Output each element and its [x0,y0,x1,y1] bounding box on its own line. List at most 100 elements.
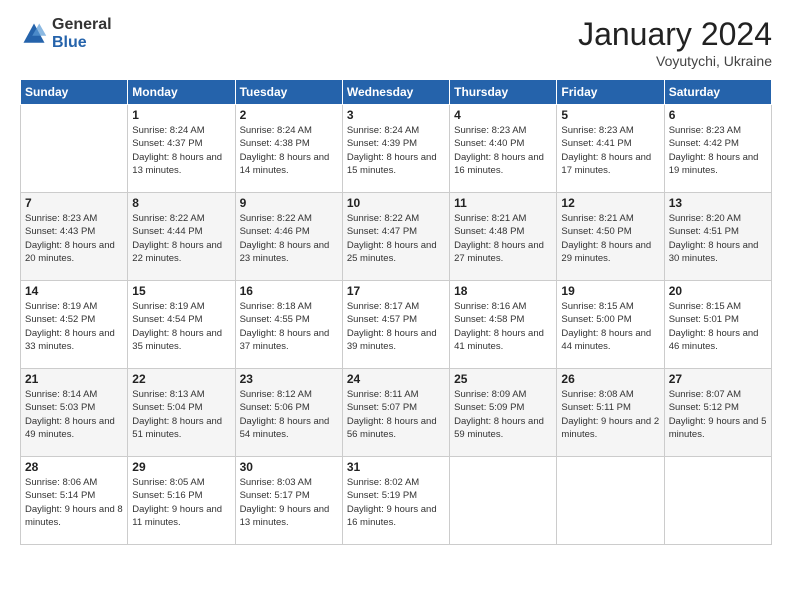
day-number: 13 [669,196,767,210]
table-cell: 2 Sunrise: 8:24 AMSunset: 4:38 PMDaylight… [235,105,342,193]
day-number: 2 [240,108,338,122]
table-cell: 5 Sunrise: 8:23 AMSunset: 4:41 PMDaylight… [557,105,664,193]
cell-info: Sunrise: 8:07 AMSunset: 5:12 PMDaylight:… [669,388,767,441]
location-title: Voyutychi, Ukraine [578,53,772,69]
table-cell: 14 Sunrise: 8:19 AMSunset: 4:52 PMDayligh… [21,281,128,369]
day-number: 25 [454,372,552,386]
table-cell: 22Sunrise: 8:13 AMSunset: 5:04 PMDayligh… [128,369,235,457]
day-number: 17 [347,284,445,298]
day-number: 23 [240,372,338,386]
day-number: 6 [669,108,767,122]
cell-info: Sunrise: 8:11 AMSunset: 5:07 PMDaylight:… [347,388,445,441]
table-cell [557,457,664,545]
cell-info: Sunrise: 8:08 AMSunset: 5:11 PMDaylight:… [561,388,659,441]
cell-info: Sunrise: 8:15 AMSunset: 5:01 PMDaylight:… [669,300,767,353]
day-number: 19 [561,284,659,298]
day-number: 30 [240,460,338,474]
table-cell: 29Sunrise: 8:05 AMSunset: 5:16 PMDayligh… [128,457,235,545]
cell-info: Sunrise: 8:21 AMSunset: 4:50 PMDaylight:… [561,212,659,265]
table-cell: 6 Sunrise: 8:23 AMSunset: 4:42 PMDaylight… [664,105,771,193]
cell-info: Sunrise: 8:12 AMSunset: 5:06 PMDaylight:… [240,388,338,441]
cell-info: Sunrise: 8:23 AMSunset: 4:40 PMDaylight:… [454,124,552,177]
cell-info: Sunrise: 8:23 AMSunset: 4:41 PMDaylight:… [561,124,659,177]
table-cell [21,105,128,193]
header: General Blue January 2024 Voyutychi, Ukr… [20,16,772,69]
day-number: 31 [347,460,445,474]
table-cell: 3 Sunrise: 8:24 AMSunset: 4:39 PMDaylight… [342,105,449,193]
cell-info: Sunrise: 8:18 AMSunset: 4:55 PMDaylight:… [240,300,338,353]
cell-info: Sunrise: 8:13 AMSunset: 5:04 PMDaylight:… [132,388,230,441]
cell-info: Sunrise: 8:03 AMSunset: 5:17 PMDaylight:… [240,476,338,529]
day-number: 3 [347,108,445,122]
day-number: 8 [132,196,230,210]
table-cell: 28 Sunrise: 8:06 AMSunset: 5:14 PMDayligh… [21,457,128,545]
day-number: 16 [240,284,338,298]
week-row-4: 21 Sunrise: 8:14 AMSunset: 5:03 PMDayligh… [21,369,772,457]
month-title: January 2024 [578,16,772,53]
cell-info: Sunrise: 8:06 AMSunset: 5:14 PMDaylight:… [25,476,123,529]
calendar: Sunday Monday Tuesday Wednesday Thursday… [20,79,772,545]
table-cell: 12 Sunrise: 8:21 AMSunset: 4:50 PMDayligh… [557,193,664,281]
day-number: 28 [25,460,123,474]
table-cell: 25 Sunrise: 8:09 AMSunset: 5:09 PMDayligh… [450,369,557,457]
cell-info: Sunrise: 8:17 AMSunset: 4:57 PMDaylight:… [347,300,445,353]
table-cell: 27Sunrise: 8:07 AMSunset: 5:12 PMDayligh… [664,369,771,457]
day-number: 12 [561,196,659,210]
table-cell: 17 Sunrise: 8:17 AMSunset: 4:57 PMDayligh… [342,281,449,369]
table-cell: 23 Sunrise: 8:12 AMSunset: 5:06 PMDayligh… [235,369,342,457]
day-number: 7 [25,196,123,210]
table-cell: 19 Sunrise: 8:15 AMSunset: 5:00 PMDayligh… [557,281,664,369]
logo-icon [20,20,48,48]
logo-text: General Blue [52,16,112,51]
day-number: 5 [561,108,659,122]
cell-info: Sunrise: 8:23 AMSunset: 4:42 PMDaylight:… [669,124,767,177]
week-row-3: 14 Sunrise: 8:19 AMSunset: 4:52 PMDayligh… [21,281,772,369]
day-number: 10 [347,196,445,210]
table-cell: 18 Sunrise: 8:16 AMSunset: 4:58 PMDayligh… [450,281,557,369]
col-sunday: Sunday [21,80,128,105]
table-cell [664,457,771,545]
cell-info: Sunrise: 8:14 AMSunset: 5:03 PMDaylight:… [25,388,123,441]
day-number: 18 [454,284,552,298]
cell-info: Sunrise: 8:22 AMSunset: 4:47 PMDaylight:… [347,212,445,265]
table-cell: 31 Sunrise: 8:02 AMSunset: 5:19 PMDayligh… [342,457,449,545]
cell-info: Sunrise: 8:02 AMSunset: 5:19 PMDaylight:… [347,476,445,529]
cell-info: Sunrise: 8:22 AMSunset: 4:44 PMDaylight:… [132,212,230,265]
cell-info: Sunrise: 8:20 AMSunset: 4:51 PMDaylight:… [669,212,767,265]
col-tuesday: Tuesday [235,80,342,105]
table-cell: 9Sunrise: 8:22 AMSunset: 4:46 PMDaylight… [235,193,342,281]
table-cell: 7Sunrise: 8:23 AMSunset: 4:43 PMDaylight… [21,193,128,281]
table-cell: 11 Sunrise: 8:21 AMSunset: 4:48 PMDayligh… [450,193,557,281]
cell-info: Sunrise: 8:09 AMSunset: 5:09 PMDaylight:… [454,388,552,441]
week-row-5: 28 Sunrise: 8:06 AMSunset: 5:14 PMDayligh… [21,457,772,545]
table-cell: 13 Sunrise: 8:20 AMSunset: 4:51 PMDayligh… [664,193,771,281]
cell-info: Sunrise: 8:05 AMSunset: 5:16 PMDaylight:… [132,476,230,529]
week-row-2: 7Sunrise: 8:23 AMSunset: 4:43 PMDaylight… [21,193,772,281]
table-cell [450,457,557,545]
table-cell: 21 Sunrise: 8:14 AMSunset: 5:03 PMDayligh… [21,369,128,457]
col-thursday: Thursday [450,80,557,105]
week-row-1: 1Sunrise: 8:24 AMSunset: 4:37 PMDaylight… [21,105,772,193]
day-number: 15 [132,284,230,298]
day-number: 21 [25,372,123,386]
logo-general: General [52,16,112,34]
logo-blue: Blue [52,34,112,52]
day-number: 20 [669,284,767,298]
logo: General Blue [20,16,112,51]
day-number: 14 [25,284,123,298]
table-cell: 8 Sunrise: 8:22 AMSunset: 4:44 PMDaylight… [128,193,235,281]
table-cell: 15 Sunrise: 8:19 AMSunset: 4:54 PMDayligh… [128,281,235,369]
cell-info: Sunrise: 8:24 AMSunset: 4:39 PMDaylight:… [347,124,445,177]
cell-info: Sunrise: 8:19 AMSunset: 4:52 PMDaylight:… [25,300,123,353]
title-block: January 2024 Voyutychi, Ukraine [578,16,772,69]
cell-info: Sunrise: 8:24 AMSunset: 4:38 PMDaylight:… [240,124,338,177]
page: General Blue January 2024 Voyutychi, Ukr… [0,0,792,612]
cell-info: Sunrise: 8:15 AMSunset: 5:00 PMDaylight:… [561,300,659,353]
col-monday: Monday [128,80,235,105]
day-number: 11 [454,196,552,210]
day-number: 9 [240,196,338,210]
table-cell: 30 Sunrise: 8:03 AMSunset: 5:17 PMDayligh… [235,457,342,545]
cell-info: Sunrise: 8:19 AMSunset: 4:54 PMDaylight:… [132,300,230,353]
cell-info: Sunrise: 8:16 AMSunset: 4:58 PMDaylight:… [454,300,552,353]
cell-info: Sunrise: 8:21 AMSunset: 4:48 PMDaylight:… [454,212,552,265]
